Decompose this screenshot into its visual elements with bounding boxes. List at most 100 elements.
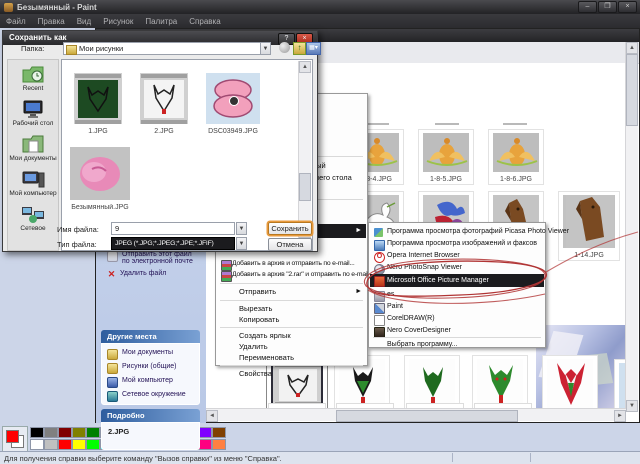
dialog-title: Сохранить как [9, 33, 67, 42]
menu-palette[interactable]: Палитра [145, 17, 177, 26]
save-button[interactable]: Сохранить [268, 222, 312, 235]
submenu-item-es[interactable]: es [370, 289, 544, 302]
palette-swatch[interactable] [72, 427, 86, 438]
minimize-button[interactable]: – [578, 1, 597, 13]
palette-swatch[interactable] [212, 438, 226, 450]
task-delete-file[interactable]: ✕ Удалить файл [102, 267, 199, 281]
other-places-header[interactable]: Другие места [101, 330, 200, 343]
file-card[interactable]: Design22.EMB [542, 355, 598, 411]
menu-item-copy[interactable]: Копировать [217, 314, 366, 326]
dialog-file-2[interactable]: 2.JPG [138, 70, 190, 136]
picture-manager-icon [374, 276, 385, 287]
menu-item-rename[interactable]: Переименовать [217, 352, 366, 364]
horizontal-scrollbar[interactable]: ◄ ► [206, 408, 626, 422]
palette-swatch[interactable] [72, 438, 86, 450]
place-network[interactable]: Сетевое окружение [102, 389, 199, 403]
place-my-documents[interactable]: Мои документы [102, 347, 199, 361]
dialog-file-3[interactable]: DSC03949.JPG [204, 70, 262, 136]
palette-swatch[interactable] [58, 438, 72, 450]
submenu-item-choose-program[interactable]: Выбрать программу... [370, 339, 544, 351]
nero-icon [374, 326, 385, 338]
menu-separator [220, 327, 363, 328]
statusbar-divider [530, 453, 531, 462]
clipped-label [435, 123, 459, 125]
palette-swatch[interactable] [198, 438, 212, 450]
folder-combobox[interactable]: Мои рисунки [63, 42, 261, 55]
vertical-scrollbar[interactable]: ▲ ▼ [625, 42, 638, 412]
submenu-item-paint[interactable]: Paint [370, 301, 544, 314]
folder-label: Папка: [21, 44, 45, 53]
es-icon [374, 290, 385, 302]
paint-window-title: Безымянный - Paint [17, 2, 97, 12]
delete-x-icon: ✕ [107, 268, 116, 279]
hscroll-thumb[interactable] [336, 410, 518, 422]
menu-item-properties[interactable]: Свойства [217, 368, 366, 380]
up-folder-button[interactable]: ↑ [293, 42, 306, 55]
close-button[interactable]: × [618, 1, 637, 13]
file-label: 2.JPG [154, 128, 174, 135]
filetype-combobox[interactable]: JPEG (*.JPG;*.JPEG;*.JPE;*.JFIF) [111, 237, 235, 250]
maximize-button[interactable]: ❐ [598, 1, 617, 13]
menu-file[interactable]: Файл [6, 17, 26, 26]
submenu-item-opera[interactable]: O Opera Internet Browser [370, 250, 544, 263]
folder-dropdown-arrow[interactable]: ▼ [260, 42, 271, 55]
back-button[interactable] [279, 42, 290, 53]
palette-swatch[interactable] [44, 438, 58, 450]
place-my-computer[interactable]: Мой компьютер [102, 375, 199, 389]
views-button[interactable]: ▦▾ [306, 42, 321, 55]
dialog-file-1[interactable]: 1.JPG [72, 70, 124, 136]
menu-help[interactable]: Справка [189, 17, 220, 26]
submenu-item-picasa[interactable]: Программа просмотра фотографий Picasa Ph… [370, 226, 569, 238]
current-color-indicator[interactable] [2, 426, 28, 452]
palette-swatch[interactable] [58, 427, 72, 438]
open-with-submenu: Программа просмотра фотографий Picasa Ph… [368, 222, 569, 351]
submenu-item-picture-manager[interactable]: Microsoft Office Picture Manager [370, 274, 544, 287]
filetype-dropdown-arrow[interactable]: ▼ [236, 237, 247, 250]
palette-swatch[interactable] [212, 427, 226, 438]
filename-label: Имя файла: [57, 225, 99, 234]
palette-swatch[interactable] [44, 427, 58, 438]
cancel-button[interactable]: Отмена [268, 238, 312, 251]
menu-item-send-to[interactable]: Отправить ► [217, 286, 366, 298]
submenu-item-photosnap[interactable]: Nero PhotoSnap Viewer [370, 262, 544, 275]
magnifier-icon [374, 263, 385, 275]
vscroll-thumb[interactable] [626, 54, 638, 126]
scroll-left-arrow[interactable]: ◄ [206, 410, 218, 422]
submenu-item-coreldraw[interactable]: CorelDRAW(R) [370, 313, 544, 326]
dialog-list-scrollbar[interactable]: ▲ ▼ [298, 61, 311, 249]
palette-swatch[interactable] [198, 427, 212, 438]
file-card[interactable]: 1-8-5.JPG [418, 129, 474, 185]
details-header[interactable]: Подробно [101, 409, 200, 422]
status-bar: Для получения справки выберите команду "… [0, 451, 640, 464]
status-text: Для получения справки выберите команду "… [4, 453, 282, 463]
menu-view[interactable]: Вид [77, 17, 91, 26]
dialog-file-4[interactable]: Безымянный.JPG [68, 144, 132, 212]
filename-value: 9 [115, 224, 120, 233]
places-network[interactable]: Сетевое [8, 204, 58, 232]
palette-swatch[interactable] [30, 438, 44, 450]
scroll-down-arrow[interactable]: ▼ [626, 400, 638, 412]
submenu-item-image-viewer[interactable]: Программа просмотра изображений и факсов [370, 238, 544, 251]
menu-item-rar2-email[interactable]: Добавить в архив "2.rar" и отправить по … [217, 269, 369, 282]
filename-dropdown-arrow[interactable]: ▼ [236, 222, 247, 235]
places-my-documents[interactable]: Мои документы [8, 134, 58, 162]
other-places-box: Мои документы Рисунки (общие) Мой компью… [101, 343, 200, 405]
submenu-item-nero-cover[interactable]: Nero CoverDesigner [370, 325, 544, 338]
scroll-thumb[interactable] [299, 173, 311, 201]
places-recent[interactable]: Recent [8, 64, 58, 92]
scroll-up-arrow[interactable]: ▲ [299, 61, 311, 73]
place-shared-pictures[interactable]: Рисунки (общие) [102, 361, 199, 375]
details-filename: 2.JPG [108, 427, 130, 436]
file-card[interactable]: 1-8-6.JPG [488, 129, 544, 185]
menu-edit[interactable]: Правка [38, 17, 65, 26]
menu-image[interactable]: Рисунок [103, 17, 133, 26]
palette-swatch[interactable] [86, 438, 100, 450]
scroll-up-arrow[interactable]: ▲ [626, 42, 638, 54]
scroll-right-arrow[interactable]: ► [614, 410, 626, 422]
palette-swatch[interactable] [86, 427, 100, 438]
places-desktop[interactable]: Рабочий стол [8, 99, 58, 127]
statusbar-divider [452, 453, 453, 462]
filename-input[interactable]: 9 [111, 222, 235, 235]
places-my-computer[interactable]: Мой компьютер [8, 169, 58, 197]
palette-swatch[interactable] [30, 427, 44, 438]
